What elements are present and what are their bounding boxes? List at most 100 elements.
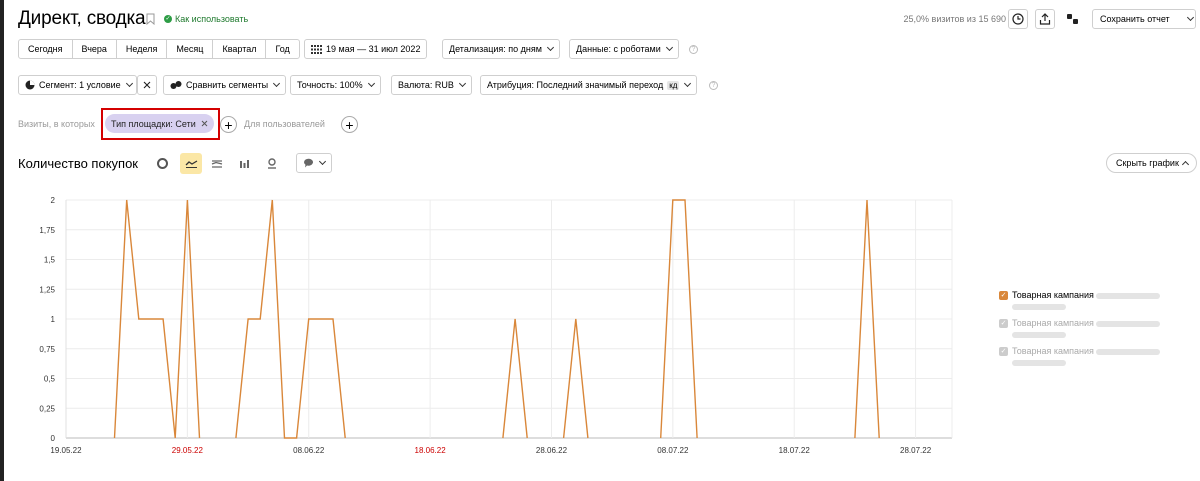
y-axis-labels: 0 0,25 0,5 0,75 1 1,25 1,5 1,75 2 bbox=[39, 196, 55, 443]
chevron-up-icon bbox=[1181, 160, 1189, 168]
attribution-badge: кд bbox=[667, 80, 680, 90]
area-chart-icon bbox=[211, 159, 223, 168]
chevron-down-icon bbox=[546, 43, 555, 52]
users-filter-label: Для пользователей bbox=[244, 119, 325, 129]
hide-chart-button[interactable]: Скрыть график bbox=[1106, 153, 1197, 173]
purchases-line-chart: 0 0,25 0,5 0,75 1 1,25 1,5 1,75 2 19.05.22 29.05.… bbox=[39, 196, 953, 455]
export-button[interactable] bbox=[1035, 9, 1055, 29]
legend-checkbox[interactable]: ✓ bbox=[999, 319, 1008, 328]
y-tick-label: 0,25 bbox=[39, 404, 55, 413]
help-icon[interactable]: ? bbox=[689, 45, 698, 54]
line-chart-type-button[interactable] bbox=[180, 153, 202, 174]
map-chart-type-button[interactable] bbox=[261, 153, 283, 174]
compare-icon bbox=[170, 81, 182, 89]
chevron-down-icon bbox=[273, 79, 281, 88]
help-icon[interactable]: ? bbox=[709, 81, 718, 90]
x-tick-label: 19.05.22 bbox=[50, 446, 82, 455]
close-icon[interactable] bbox=[201, 120, 208, 127]
add-user-condition-button[interactable]: + bbox=[341, 116, 358, 133]
history-button[interactable] bbox=[1008, 9, 1028, 29]
redacted-text bbox=[1096, 348, 1161, 355]
x-tick-label: 28.06.22 bbox=[536, 446, 568, 455]
pie-chart-icon bbox=[156, 158, 168, 169]
redacted-text bbox=[1096, 320, 1161, 327]
bookmark-icon[interactable] bbox=[146, 13, 155, 25]
y-tick-label: 0,5 bbox=[44, 375, 56, 384]
save-report-button[interactable]: Сохранить отчет bbox=[1092, 9, 1196, 29]
chevron-down-icon bbox=[367, 79, 375, 88]
detail-label: Детализация: по дням bbox=[449, 44, 542, 54]
chart-grid bbox=[65, 199, 953, 439]
page-title: Директ, сводка bbox=[18, 8, 146, 29]
redacted-text bbox=[1012, 360, 1066, 367]
close-icon bbox=[143, 81, 151, 89]
detail-dropdown[interactable]: Детализация: по дням bbox=[442, 39, 560, 59]
y-tick-label: 1,75 bbox=[39, 226, 55, 235]
area-chart-type-button[interactable] bbox=[206, 153, 228, 174]
filter-chip[interactable]: Тип площадки: Сети bbox=[105, 114, 214, 133]
plus-icon: + bbox=[345, 116, 354, 133]
clock-icon bbox=[1012, 13, 1024, 25]
visits-filter-label: Визиты, в которых bbox=[18, 119, 95, 129]
calendar-icon bbox=[311, 44, 322, 54]
period-month-button[interactable]: Месяц bbox=[167, 40, 214, 58]
data-filter-label: Данные: с роботами bbox=[576, 44, 661, 54]
compare-label: Сравнить сегменты bbox=[186, 80, 269, 90]
api-button[interactable] bbox=[1066, 13, 1079, 27]
line-chart-icon bbox=[185, 160, 197, 168]
period-today-button[interactable]: Сегодня bbox=[19, 40, 73, 58]
x-tick-label: 08.06.22 bbox=[293, 446, 325, 455]
accuracy-dropdown[interactable]: Точность: 100% bbox=[290, 75, 381, 95]
clear-segment-button[interactable] bbox=[137, 75, 157, 95]
legend-checkbox[interactable]: ✓ bbox=[999, 347, 1008, 356]
currency-dropdown[interactable]: Валюта: RUB bbox=[391, 75, 472, 95]
currency-label: Валюта: RUB bbox=[398, 80, 454, 90]
chevron-down-icon bbox=[125, 79, 133, 88]
add-visit-condition-button[interactable]: + bbox=[220, 116, 237, 133]
legend-checkbox[interactable]: ✓ bbox=[999, 291, 1008, 300]
chevron-down-icon bbox=[458, 79, 466, 88]
compare-segments-dropdown[interactable]: Сравнить сегменты bbox=[163, 75, 287, 95]
attribution-dropdown[interactable]: Атрибуция: Последний значимый переход кд bbox=[480, 75, 698, 95]
period-quarter-button[interactable]: Квартал bbox=[213, 40, 267, 58]
legend-item-1[interactable]: ✓ Товарная кампания bbox=[999, 290, 1161, 311]
visits-sample-info[interactable]: 25,0% визитов из 15 690 bbox=[904, 14, 1006, 24]
accuracy-label: Точность: 100% bbox=[297, 80, 363, 90]
x-tick-label: 29.05.22 bbox=[172, 446, 204, 455]
legend-item-2[interactable]: ✓ Товарная кампания bbox=[999, 318, 1161, 339]
chart-title: Количество покупок bbox=[18, 156, 138, 171]
map-icon bbox=[268, 158, 276, 169]
date-range-label: 19 мая — 31 июл 2022 bbox=[326, 44, 421, 54]
period-yesterday-button[interactable]: Вчера bbox=[73, 40, 117, 58]
period-switch: Сегодня Вчера Неделя Месяц Квартал Год bbox=[18, 39, 300, 59]
y-tick-label: 1 bbox=[51, 315, 56, 324]
date-range-picker[interactable]: 19 мая — 31 июл 2022 bbox=[304, 39, 428, 59]
legend-label: Товарная кампания bbox=[1012, 346, 1094, 356]
save-report-label: Сохранить отчет bbox=[1100, 14, 1170, 24]
bar-chart-type-button[interactable] bbox=[233, 153, 255, 174]
y-tick-label: 2 bbox=[51, 196, 56, 205]
plus-icon: + bbox=[224, 116, 233, 133]
y-tick-label: 1,25 bbox=[39, 285, 55, 294]
segment-dropdown[interactable]: Сегмент: 1 условие bbox=[18, 75, 137, 95]
data-filter-dropdown[interactable]: Данные: с роботами bbox=[569, 39, 679, 59]
pie-segment-icon bbox=[25, 80, 35, 90]
how-to-label: Как использовать bbox=[175, 14, 249, 24]
annotations-dropdown[interactable] bbox=[296, 153, 332, 173]
chevron-down-icon bbox=[665, 43, 673, 52]
x-tick-label: 28.07.22 bbox=[900, 446, 932, 455]
y-tick-label: 1,5 bbox=[44, 256, 56, 265]
chevron-down-icon bbox=[684, 79, 692, 88]
legend-item-3[interactable]: ✓ Товарная кампания bbox=[999, 346, 1161, 367]
x-axis-labels: 19.05.22 29.05.22 08.06.22 18.06.22 28.06.22… bbox=[50, 446, 931, 455]
pie-chart-type-button[interactable] bbox=[151, 153, 173, 174]
legend-label: Товарная кампания bbox=[1012, 318, 1094, 328]
y-tick-label: 0,75 bbox=[39, 345, 55, 354]
bar-chart-icon bbox=[239, 159, 249, 168]
api-icon bbox=[1067, 14, 1078, 24]
y-tick-label: 0 bbox=[51, 434, 56, 443]
x-tick-label: 18.06.22 bbox=[415, 446, 447, 455]
period-year-button[interactable]: Год bbox=[266, 40, 298, 58]
period-week-button[interactable]: Неделя bbox=[117, 40, 168, 58]
how-to-link[interactable]: ✓ Как использовать bbox=[164, 14, 248, 24]
